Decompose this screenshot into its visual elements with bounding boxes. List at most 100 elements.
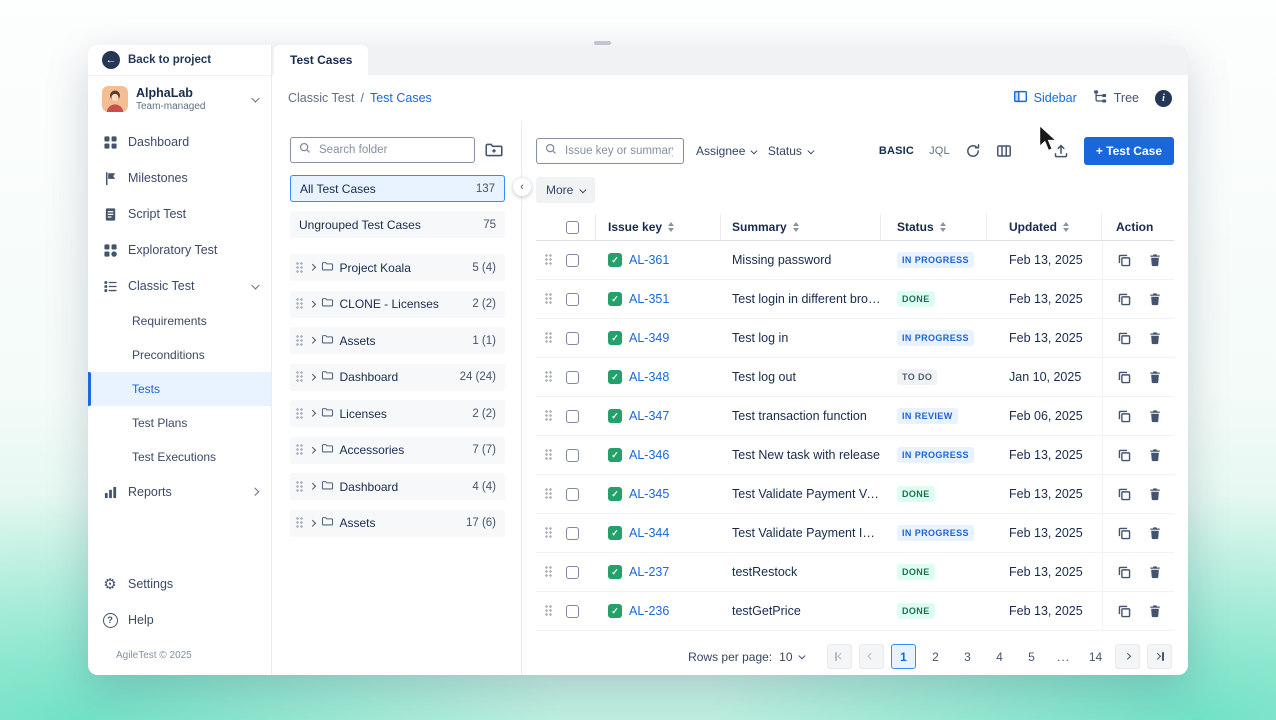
issue-key-header[interactable]: Issue key bbox=[608, 220, 662, 234]
sidebar-item-dashboard[interactable]: Dashboard bbox=[88, 124, 271, 160]
drag-handle-icon[interactable] bbox=[545, 527, 553, 539]
sidebar-item-settings[interactable]: ⚙ Settings bbox=[88, 566, 271, 602]
page-button[interactable]: 1 bbox=[891, 644, 916, 669]
row-checkbox[interactable] bbox=[566, 527, 579, 540]
row-checkbox[interactable] bbox=[566, 410, 579, 423]
drag-handle-icon[interactable] bbox=[545, 566, 553, 578]
issue-search-input[interactable] bbox=[563, 144, 675, 158]
drag-handle-icon[interactable] bbox=[545, 605, 553, 617]
drag-handle-icon[interactable] bbox=[545, 371, 553, 383]
issue-key-link[interactable]: AL-347 bbox=[629, 409, 669, 423]
issue-key-link[interactable]: AL-348 bbox=[629, 370, 669, 384]
table-row[interactable]: ✓ AL-237 testRestock DONE Feb 13, 2025 bbox=[536, 553, 1174, 592]
sidebar-item-help[interactable]: ? Help bbox=[88, 602, 271, 638]
table-row[interactable]: ✓ AL-344 Test Validate Payment Invalid I… bbox=[536, 514, 1174, 553]
copy-icon[interactable] bbox=[1117, 409, 1132, 424]
summary-text[interactable]: Test login in different browser bbox=[732, 292, 881, 306]
folder-item[interactable]: Project Koala 5 (4) bbox=[290, 254, 505, 281]
sort-icon[interactable] bbox=[793, 222, 799, 232]
status-header[interactable]: Status bbox=[897, 220, 934, 234]
delete-icon[interactable] bbox=[1148, 253, 1162, 267]
summary-text[interactable]: Test New task with release bbox=[732, 448, 880, 462]
issue-key-link[interactable]: AL-346 bbox=[629, 448, 669, 462]
sort-icon[interactable] bbox=[940, 222, 946, 232]
refresh-icon[interactable] bbox=[965, 143, 981, 159]
summary-text[interactable]: testGetPrice bbox=[732, 604, 801, 618]
issue-key-link[interactable]: AL-361 bbox=[629, 253, 669, 267]
chevron-right-icon[interactable] bbox=[309, 447, 315, 453]
drag-handle-icon[interactable] bbox=[545, 410, 553, 422]
sidebar-item-test-plans[interactable]: Test Plans bbox=[88, 406, 271, 440]
summary-text[interactable]: Test log out bbox=[732, 370, 796, 384]
new-test-case-button[interactable]: + Test Case bbox=[1084, 137, 1174, 165]
row-checkbox[interactable] bbox=[566, 566, 579, 579]
sidebar-item-script-test[interactable]: Script Test bbox=[88, 196, 271, 232]
chevron-right-icon[interactable] bbox=[309, 374, 315, 380]
drag-handle-icon[interactable] bbox=[296, 444, 304, 456]
first-page-button[interactable] bbox=[827, 644, 852, 669]
copy-icon[interactable] bbox=[1117, 448, 1132, 463]
sidebar-item-requirements[interactable]: Requirements bbox=[88, 304, 271, 338]
table-row[interactable]: ✓ AL-361 Missing password IN PROGRESS Fe… bbox=[536, 241, 1174, 280]
drag-handle-icon[interactable] bbox=[296, 298, 304, 310]
sidebar-item-reports[interactable]: Reports bbox=[88, 474, 271, 510]
page-button[interactable]: 14 bbox=[1083, 644, 1108, 669]
row-checkbox[interactable] bbox=[566, 254, 579, 267]
issue-key-link[interactable]: AL-349 bbox=[629, 331, 669, 345]
summary-text[interactable]: Test log in bbox=[732, 331, 788, 345]
row-checkbox[interactable] bbox=[566, 488, 579, 501]
delete-icon[interactable] bbox=[1148, 331, 1162, 345]
page-button[interactable]: ... bbox=[1051, 644, 1076, 669]
sidebar-item-exploratory-test[interactable]: Exploratory Test bbox=[88, 232, 271, 268]
folder-item[interactable]: CLONE - Licenses 2 (2) bbox=[290, 291, 505, 318]
chevron-right-icon[interactable] bbox=[309, 520, 315, 526]
select-all-checkbox[interactable] bbox=[566, 221, 579, 234]
page-button[interactable]: 4 bbox=[987, 644, 1012, 669]
summary-text[interactable]: Test transaction function bbox=[732, 409, 867, 423]
copy-icon[interactable] bbox=[1117, 292, 1132, 307]
sidebar-item-milestones[interactable]: Milestones bbox=[88, 160, 271, 196]
summary-text[interactable]: testRestock bbox=[732, 565, 797, 579]
chevron-right-icon[interactable] bbox=[309, 410, 315, 416]
drag-handle-icon[interactable] bbox=[545, 449, 553, 461]
sidebar-item-tests[interactable]: Tests bbox=[88, 372, 271, 406]
copy-icon[interactable] bbox=[1117, 331, 1132, 346]
rows-per-page-select[interactable]: 10 bbox=[779, 650, 803, 664]
summary-text[interactable]: Missing password bbox=[732, 253, 831, 267]
row-checkbox[interactable] bbox=[566, 371, 579, 384]
sort-icon[interactable] bbox=[1063, 222, 1069, 232]
updated-header[interactable]: Updated bbox=[1009, 220, 1057, 234]
sidebar-toggle-button[interactable]: Sidebar bbox=[1013, 89, 1077, 107]
drag-handle-icon[interactable] bbox=[296, 481, 304, 493]
info-icon[interactable]: i bbox=[1155, 90, 1172, 107]
issue-key-link[interactable]: AL-345 bbox=[629, 487, 669, 501]
row-checkbox[interactable] bbox=[566, 449, 579, 462]
back-to-project-button[interactable]: ← Back to project bbox=[88, 45, 271, 76]
table-row[interactable]: ✓ AL-348 Test log out TO DO Jan 10, 2025 bbox=[536, 358, 1174, 397]
page-button[interactable]: 5 bbox=[1019, 644, 1044, 669]
folder-item[interactable]: Licenses 2 (2) bbox=[290, 400, 505, 427]
table-row[interactable]: ✓ AL-349 Test log in IN PROGRESS Feb 13,… bbox=[536, 319, 1174, 358]
copy-icon[interactable] bbox=[1117, 370, 1132, 385]
drag-handle-icon[interactable] bbox=[296, 262, 304, 274]
folder-item[interactable]: Dashboard 24 (24) bbox=[290, 364, 505, 391]
collapse-folders-button[interactable]: ‹ bbox=[513, 178, 531, 196]
project-switcher[interactable]: AlphaLab Team-managed bbox=[88, 76, 271, 124]
delete-icon[interactable] bbox=[1148, 409, 1162, 423]
drag-handle-icon[interactable] bbox=[545, 293, 553, 305]
last-page-button[interactable] bbox=[1147, 644, 1172, 669]
breadcrumb-classic-test[interactable]: Classic Test bbox=[288, 91, 354, 105]
delete-icon[interactable] bbox=[1148, 604, 1162, 618]
chevron-right-icon[interactable] bbox=[309, 483, 315, 489]
delete-icon[interactable] bbox=[1148, 370, 1162, 384]
copy-icon[interactable] bbox=[1117, 526, 1132, 541]
chevron-right-icon[interactable] bbox=[309, 264, 315, 270]
sort-icon[interactable] bbox=[668, 222, 674, 232]
issue-key-link[interactable]: AL-344 bbox=[629, 526, 669, 540]
summary-text[interactable]: Test Validate Payment Valid C bbox=[732, 487, 881, 501]
drag-handle-icon[interactable] bbox=[545, 254, 553, 266]
sidebar-item-classic-test[interactable]: Classic Test bbox=[88, 268, 271, 304]
table-row[interactable]: ✓ AL-345 Test Validate Payment Valid C D… bbox=[536, 475, 1174, 514]
delete-icon[interactable] bbox=[1148, 565, 1162, 579]
assignee-filter[interactable]: Assignee bbox=[696, 144, 756, 158]
